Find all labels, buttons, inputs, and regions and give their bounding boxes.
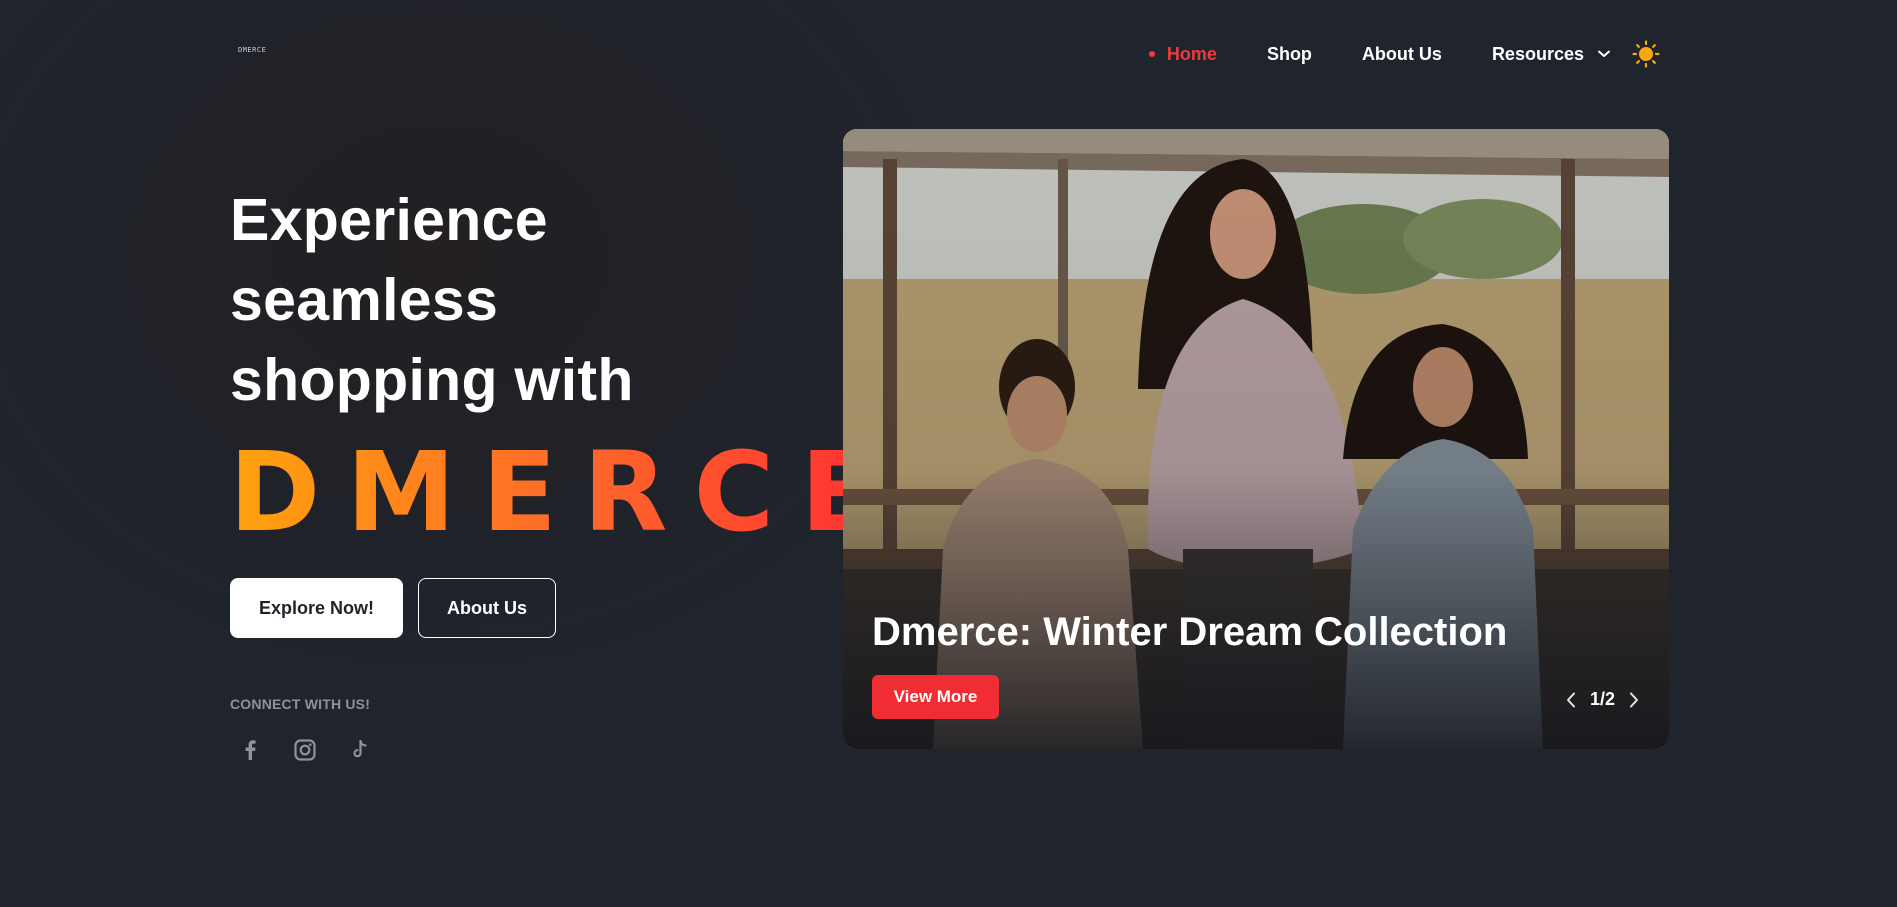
nav-item-about[interactable]: About Us	[1362, 44, 1442, 65]
active-dot	[1148, 51, 1155, 57]
nav-item-label: Home	[1166, 43, 1217, 64]
nav-item-label: Resources	[1491, 43, 1584, 64]
pager-count: 1/2	[1589, 689, 1615, 709]
hero-headline: Experience seamless shopping with	[230, 180, 634, 420]
view-more-button[interactable]: View More	[872, 675, 999, 719]
instagram-icon[interactable]	[293, 738, 317, 762]
headline-line: seamless	[230, 267, 499, 333]
carousel-pager: 1/2	[1566, 689, 1639, 710]
headline-line: shopping with	[230, 347, 634, 413]
brand-wordmark: DMERCE	[229, 428, 902, 556]
chevron-left-icon[interactable]	[1566, 692, 1576, 708]
headline-line: Experience	[230, 187, 548, 253]
hero-buttons: Explore Now! About Us	[230, 578, 556, 638]
nav-item-resources[interactable]: Resources	[1492, 44, 1610, 65]
facebook-icon[interactable]	[238, 738, 262, 762]
main-nav: Home Shop About Us Resources	[1099, 40, 1660, 68]
social-links	[238, 738, 372, 762]
tiktok-icon[interactable]	[348, 738, 372, 762]
hero-carousel[interactable]: Dmerce: Winter Dream Collection View Mor…	[843, 129, 1669, 749]
photo-overlay	[843, 129, 1669, 749]
about-us-button[interactable]: About Us	[418, 578, 556, 638]
carousel-title: Dmerce: Winter Dream Collection	[872, 610, 1508, 654]
chevron-down-icon	[1598, 50, 1610, 58]
connect-label: CONNECT WITH US!	[230, 696, 371, 712]
logo[interactable]: DMERCE	[238, 46, 266, 54]
chevron-right-icon[interactable]	[1629, 692, 1639, 708]
nav-item-label: About Us	[1361, 43, 1442, 64]
nav-item-shop[interactable]: Shop	[1267, 44, 1312, 65]
explore-now-button[interactable]: Explore Now!	[230, 578, 403, 638]
nav-item-label: Shop	[1266, 43, 1312, 64]
sun-icon[interactable]	[1632, 40, 1660, 68]
nav-item-home[interactable]: Home	[1148, 43, 1217, 65]
